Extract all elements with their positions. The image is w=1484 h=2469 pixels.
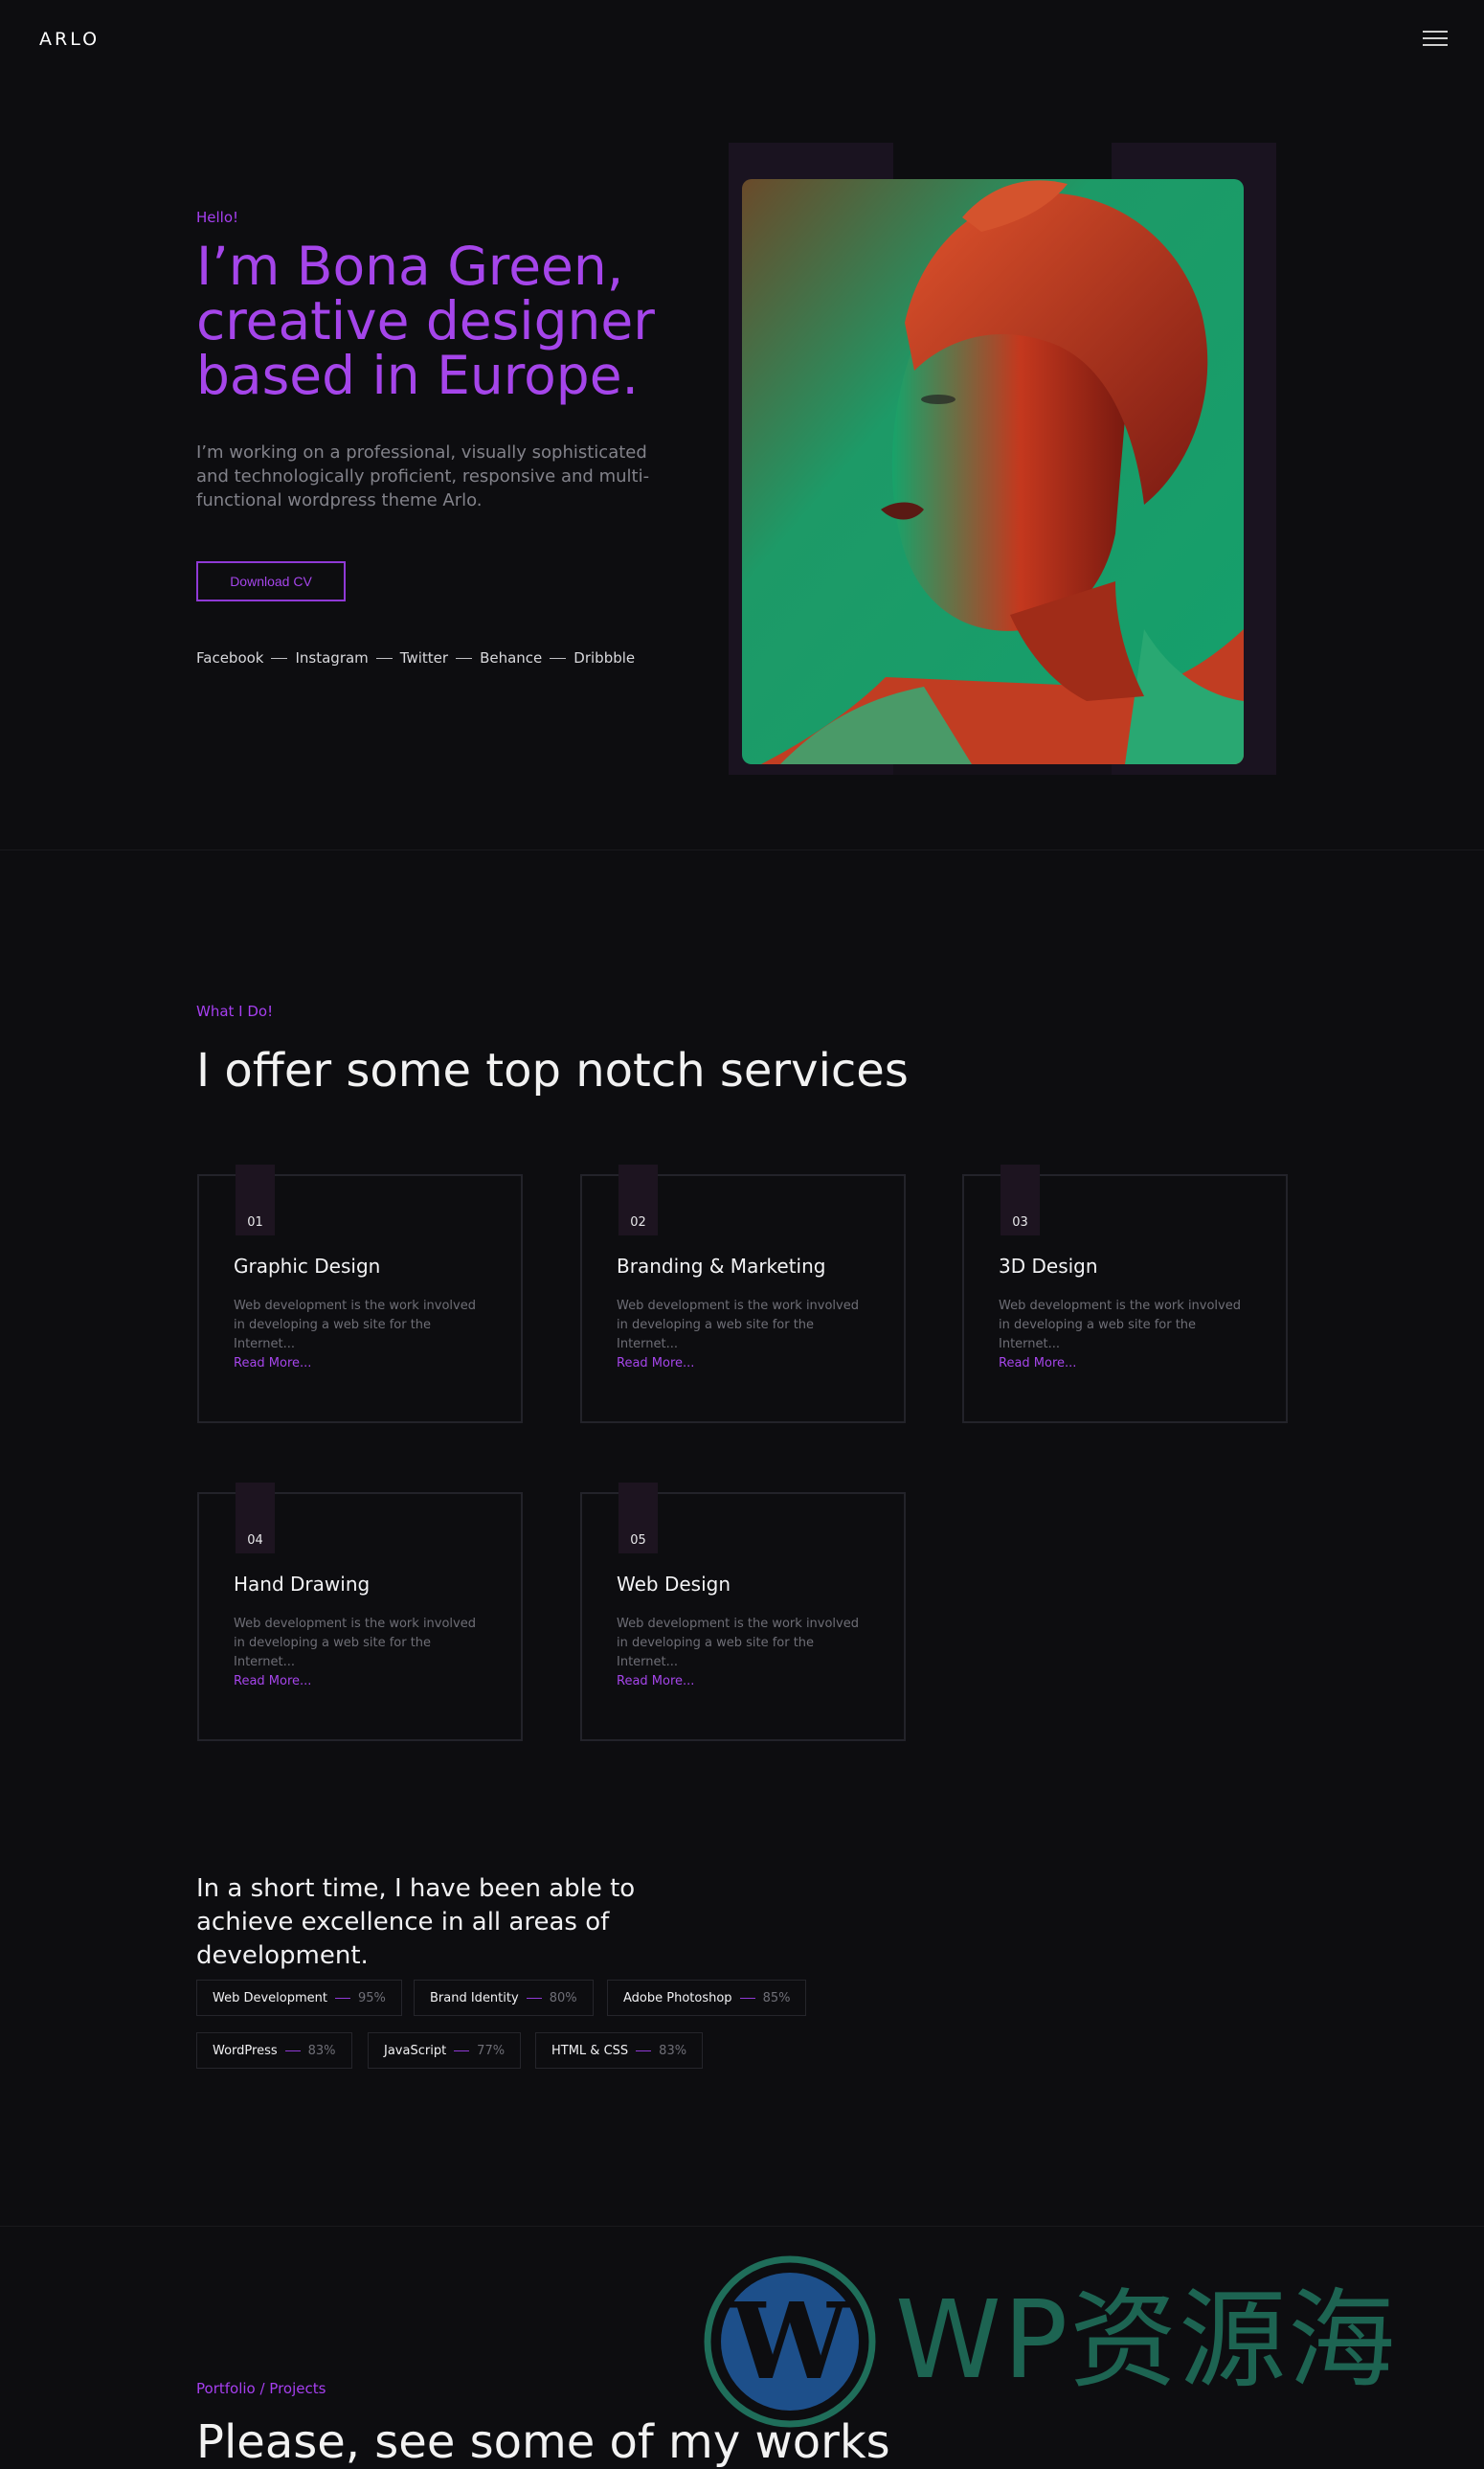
svg-text:W: W xyxy=(730,2279,850,2403)
skill-badge: JavaScript 77% xyxy=(368,2032,522,2069)
wordpress-logo-icon: W xyxy=(704,2255,876,2428)
skill-percent: 83% xyxy=(307,2043,336,2058)
social-link-instagram[interactable]: Instagram xyxy=(295,649,368,667)
site-logo[interactable]: ARLO xyxy=(39,29,100,50)
service-description: Web development is the work involved in … xyxy=(617,1617,859,1669)
divider xyxy=(454,2050,470,2051)
social-link-twitter[interactable]: Twitter xyxy=(400,649,448,667)
download-cv-button[interactable]: Download CV xyxy=(196,561,346,601)
social-link-facebook[interactable]: Facebook xyxy=(196,649,263,667)
skill-name: Web Development xyxy=(213,1990,327,2005)
skill-percent: 77% xyxy=(477,2043,506,2058)
skill-percent: 85% xyxy=(762,1990,791,2005)
skill-name: WordPress xyxy=(213,2043,278,2058)
service-description: Web development is the work involved in … xyxy=(234,1299,476,1351)
divider xyxy=(456,657,473,659)
divider xyxy=(636,2050,652,2051)
services-eyebrow: What I Do! xyxy=(196,1003,274,1020)
read-more-link[interactable]: Read More... xyxy=(617,1356,694,1370)
skill-badge: Brand Identity 80% xyxy=(414,1980,594,2016)
social-link-behance[interactable]: Behance xyxy=(480,649,542,667)
service-description: Web development is the work involved in … xyxy=(234,1617,476,1669)
divider xyxy=(550,657,567,659)
section-divider xyxy=(0,2226,1484,2227)
service-title: 3D Design xyxy=(999,1255,1098,1278)
skill-badge: WordPress 83% xyxy=(196,2032,352,2069)
skill-name: Brand Identity xyxy=(430,1990,519,2005)
divider xyxy=(375,657,393,659)
service-number: 04 xyxy=(236,1483,275,1553)
hamburger-menu-icon[interactable] xyxy=(1423,31,1448,48)
skill-percent: 80% xyxy=(549,1990,577,2005)
divider xyxy=(284,2050,301,2051)
skill-name: HTML & CSS xyxy=(551,2043,629,2058)
skills-title: In a short time, I have been able to ach… xyxy=(196,1874,636,1970)
hero-description: I’m working on a professional, visually … xyxy=(196,442,650,510)
service-title: Graphic Design xyxy=(234,1255,381,1278)
divider xyxy=(526,1997,542,1999)
services-title: I offer some top notch services xyxy=(196,1044,909,1098)
skill-badge: Web Development 95% xyxy=(196,1980,402,2016)
hero-title: I’m Bona Green, creative designer based … xyxy=(196,236,655,406)
service-number: 03 xyxy=(1001,1165,1040,1235)
divider xyxy=(335,1997,350,1999)
skill-percent: 95% xyxy=(358,1990,386,2005)
read-more-link[interactable]: Read More... xyxy=(234,1356,311,1370)
section-divider xyxy=(0,849,1484,850)
read-more-link[interactable]: Read More... xyxy=(999,1356,1076,1370)
woman-portrait-photo xyxy=(742,179,1244,764)
skill-name: JavaScript xyxy=(384,2043,447,2058)
service-number: 05 xyxy=(618,1483,658,1553)
service-card[interactable]: 02 Branding & Marketing Web development … xyxy=(580,1165,906,1423)
service-description: Web development is the work involved in … xyxy=(617,1299,859,1351)
portfolio-eyebrow: Portfolio / Projects xyxy=(196,2380,326,2397)
service-title: Branding & Marketing xyxy=(617,1255,826,1278)
read-more-link[interactable]: Read More... xyxy=(617,1674,694,1688)
skill-badge: HTML & CSS 83% xyxy=(535,2032,704,2069)
skill-name: Adobe Photoshop xyxy=(623,1990,732,2005)
service-card[interactable]: 03 3D Design Web development is the work… xyxy=(962,1165,1288,1423)
service-title: Web Design xyxy=(617,1573,731,1596)
divider xyxy=(271,657,288,659)
service-card[interactable]: 01 Graphic Design Web development is the… xyxy=(197,1165,523,1423)
hero-eyebrow: Hello! xyxy=(196,209,239,226)
skill-badge: Adobe Photoshop 85% xyxy=(607,1980,807,2016)
service-number: 01 xyxy=(236,1165,275,1235)
social-links: Facebook Instagram Twitter Behance Dribb… xyxy=(196,649,635,667)
service-description: Web development is the work involved in … xyxy=(999,1299,1241,1351)
service-number: 02 xyxy=(618,1165,658,1235)
service-card[interactable]: 04 Hand Drawing Web development is the w… xyxy=(197,1483,523,1741)
watermark-text: WP资源海 xyxy=(895,2278,1398,2403)
skill-percent: 83% xyxy=(659,2043,687,2058)
divider xyxy=(739,1997,755,1999)
read-more-link[interactable]: Read More... xyxy=(234,1674,311,1688)
social-link-dribbble[interactable]: Dribbble xyxy=(573,649,635,667)
service-title: Hand Drawing xyxy=(234,1573,371,1596)
service-card[interactable]: 05 Web Design Web development is the wor… xyxy=(580,1483,906,1741)
